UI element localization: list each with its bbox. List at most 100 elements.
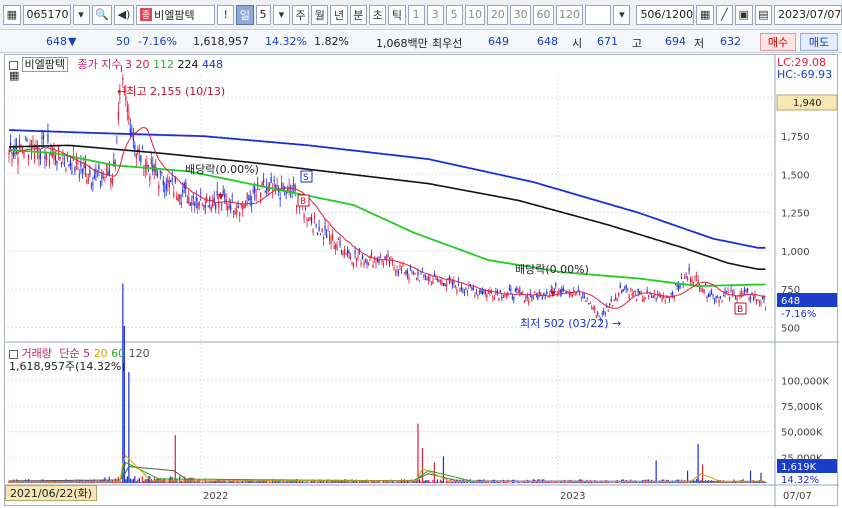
- price-candle: [538, 292, 540, 294]
- price-candle: [719, 295, 722, 297]
- price-candle: [236, 209, 238, 214]
- price-candle: [9, 142, 12, 150]
- period-week-button[interactable]: 주: [291, 4, 310, 25]
- volume-bar: [713, 482, 716, 484]
- period-dropdown-icon[interactable]: ▾: [272, 4, 290, 25]
- volume-bar: [267, 482, 269, 484]
- price-candle: [558, 290, 560, 292]
- speaker-icon[interactable]: ◀): [114, 4, 134, 25]
- period-value-input[interactable]: 5: [255, 4, 271, 25]
- price-candle: [248, 199, 250, 200]
- settings-icon[interactable]: ▤: [754, 4, 773, 25]
- price-candle: [201, 205, 203, 207]
- volume-bar: [311, 481, 313, 483]
- interval-20-button[interactable]: 20: [487, 4, 509, 25]
- price-candle: [692, 282, 695, 284]
- chart-type-icon[interactable]: ╱: [715, 4, 733, 25]
- volume-bar: [210, 481, 212, 483]
- volume-bar: [234, 482, 236, 483]
- price-candle: [547, 296, 549, 298]
- price-volume-chart[interactable]: 2,0001,7501,5001,2501,000750500202220230…: [5, 55, 839, 507]
- price-candle: [176, 195, 178, 201]
- price-candle: [185, 182, 187, 189]
- period-day-button[interactable]: 일: [236, 4, 254, 25]
- price-candle: [222, 190, 224, 194]
- interval-60-button[interactable]: 60: [533, 4, 554, 25]
- interval-120-button[interactable]: 120: [555, 4, 584, 25]
- sell-button[interactable]: 매도: [800, 33, 838, 51]
- volume-bar: [748, 482, 750, 483]
- volume-bar: [300, 481, 302, 483]
- price-candle: [164, 190, 166, 191]
- chart-settings-icon[interactable]: ▦: [9, 69, 19, 82]
- price-candle: [400, 268, 403, 272]
- period-month-button[interactable]: 월: [311, 4, 329, 25]
- price-candle: [697, 279, 699, 284]
- price-candle: [132, 135, 134, 142]
- alert-button[interactable]: !: [217, 4, 235, 25]
- search-icon[interactable]: 🔍: [91, 4, 113, 25]
- volume-bar: [613, 482, 615, 483]
- volume-bar: [146, 479, 148, 483]
- chart-menu-icon[interactable]: ▦: [3, 4, 21, 25]
- price-candle: [694, 275, 696, 277]
- volume-bar: [174, 434, 176, 483]
- price-candle: [342, 253, 344, 255]
- interval-custom-input[interactable]: [585, 4, 612, 25]
- price-candle: [576, 293, 578, 295]
- price-candle: [661, 298, 663, 301]
- price-candle: [406, 270, 409, 275]
- tools-icon[interactable]: ▦: [696, 4, 714, 25]
- price-candle: [24, 139, 27, 141]
- price-candle: [221, 203, 223, 205]
- buy-button[interactable]: 매수: [760, 33, 796, 51]
- interval-30-button[interactable]: 30: [510, 4, 532, 25]
- code-dropdown-icon[interactable]: ▾: [72, 4, 90, 25]
- volume-bar: [565, 482, 567, 483]
- period-tick-button[interactable]: 틱: [388, 4, 406, 25]
- price-candle: [519, 290, 521, 293]
- price-candle: [192, 195, 194, 199]
- interval-5-button[interactable]: 5: [445, 4, 463, 25]
- period-year-button[interactable]: 년: [330, 4, 348, 25]
- price-candle: [688, 267, 690, 272]
- interval-1-button[interactable]: 1: [407, 4, 425, 25]
- price-candle: [99, 181, 101, 183]
- stock-code-input[interactable]: 065170: [22, 4, 71, 25]
- price-candle: [352, 262, 355, 267]
- volume-bar: [421, 448, 424, 483]
- date-input[interactable]: 2023/07/07: [774, 4, 842, 25]
- price-candle: [687, 278, 689, 280]
- price-candle: [502, 297, 504, 299]
- volume-bar: [297, 482, 299, 483]
- price-candle: [734, 297, 737, 300]
- volume-bar: [731, 482, 734, 483]
- price-candle: [484, 291, 486, 295]
- volume-bar: [23, 482, 25, 483]
- price-candle: [562, 288, 564, 292]
- data-count-field[interactable]: 506 /1200: [636, 4, 695, 25]
- interval-3-button[interactable]: 3: [426, 4, 444, 25]
- volume-bar: [439, 479, 442, 483]
- volume-bar: [448, 482, 451, 483]
- interval-10-button[interactable]: 10: [464, 4, 486, 25]
- price-candle: [465, 288, 467, 290]
- volume-bar: [409, 482, 412, 483]
- price-candle: [679, 285, 681, 288]
- period-second-button[interactable]: 초: [369, 4, 387, 25]
- price-candle: [742, 292, 744, 295]
- price-candle: [746, 288, 749, 292]
- stock-name-field: 종 비엘팜텍: [135, 4, 216, 25]
- chart-area[interactable]: 2,0001,7501,5001,2501,000750500202220230…: [4, 54, 839, 507]
- price-candle: [486, 294, 488, 298]
- volume-bar: [609, 482, 611, 484]
- price-candle: [586, 297, 588, 299]
- interval-dropdown-icon[interactable]: ▾: [613, 4, 631, 25]
- save-icon[interactable]: ▣: [734, 4, 753, 25]
- price-candle: [700, 289, 702, 291]
- volume-bar: [657, 482, 659, 484]
- period-minute-button[interactable]: 분: [349, 4, 367, 25]
- price-candle: [703, 289, 705, 293]
- price-candle: [666, 297, 668, 299]
- volume-bar: [603, 482, 605, 483]
